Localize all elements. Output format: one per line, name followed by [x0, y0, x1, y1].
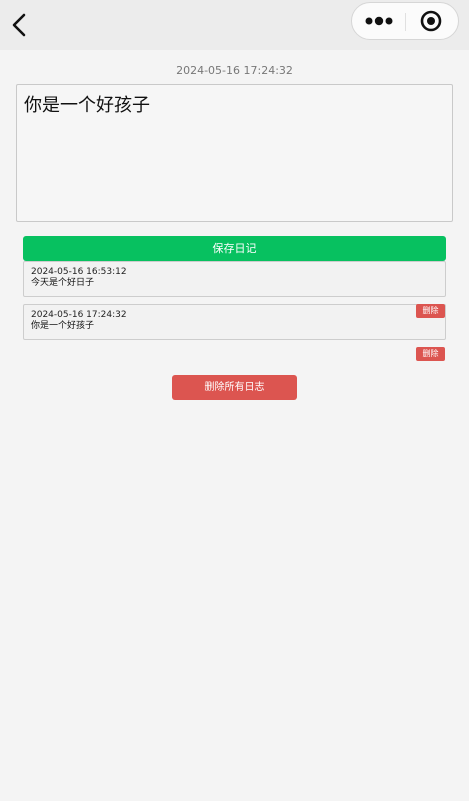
entry-date: 2024-05-16 16:53:12 — [31, 267, 127, 277]
chevron-left-icon — [12, 13, 26, 37]
entry-text: 你是一个好孩子 — [31, 321, 95, 331]
more-dots-icon — [365, 16, 393, 26]
capsule-divider — [405, 13, 406, 31]
diary-entry[interactable]: 2024-05-16 16:53:12 今天是个好日子 — [23, 261, 446, 297]
delete-entry-button[interactable]: 删除 — [416, 304, 445, 318]
diary-entry[interactable]: 2024-05-16 17:24:32 你是一个好孩子 — [23, 304, 446, 340]
nav-bar — [0, 0, 469, 50]
more-button[interactable] — [352, 3, 406, 39]
back-button[interactable] — [8, 10, 32, 40]
entry-text: 今天是个好日子 — [31, 278, 95, 288]
delete-all-button[interactable]: 删除所有日志 — [172, 375, 297, 400]
delete-entry-button[interactable]: 删除 — [416, 347, 445, 361]
diary-text-area[interactable]: 你是一个好孩子 — [16, 84, 453, 222]
current-timestamp: 2024-05-16 17:24:32 — [176, 64, 293, 77]
target-circle-icon — [420, 10, 442, 32]
entry-date: 2024-05-16 17:24:32 — [31, 310, 127, 320]
close-button[interactable] — [407, 3, 459, 39]
mini-program-capsule — [351, 2, 459, 40]
save-diary-button[interactable]: 保存日记 — [23, 236, 446, 261]
